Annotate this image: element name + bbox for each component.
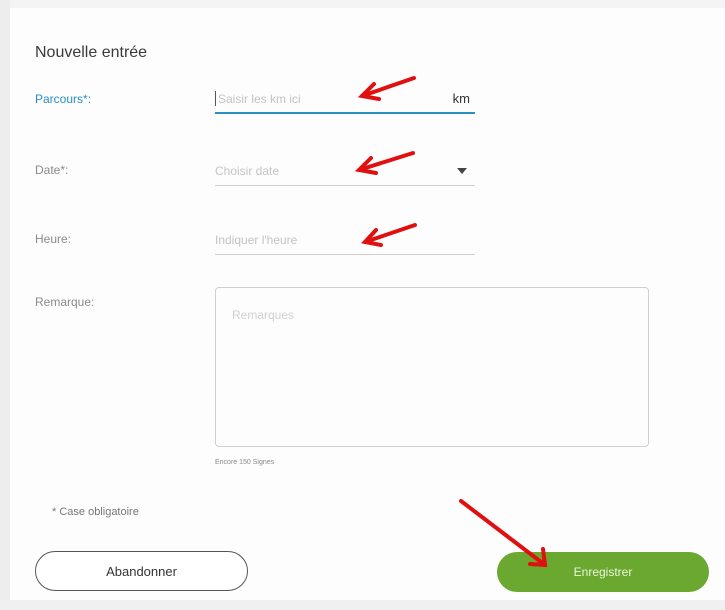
arrow-icon — [459, 499, 548, 568]
arrow-icon — [361, 223, 417, 247]
arrow-icon — [354, 151, 415, 175]
form-dialog: Nouvelle entrée Parcours*: Saisir les km… — [0, 0, 725, 610]
annotation-arrows — [354, 76, 548, 568]
arrow-icon — [357, 76, 416, 101]
